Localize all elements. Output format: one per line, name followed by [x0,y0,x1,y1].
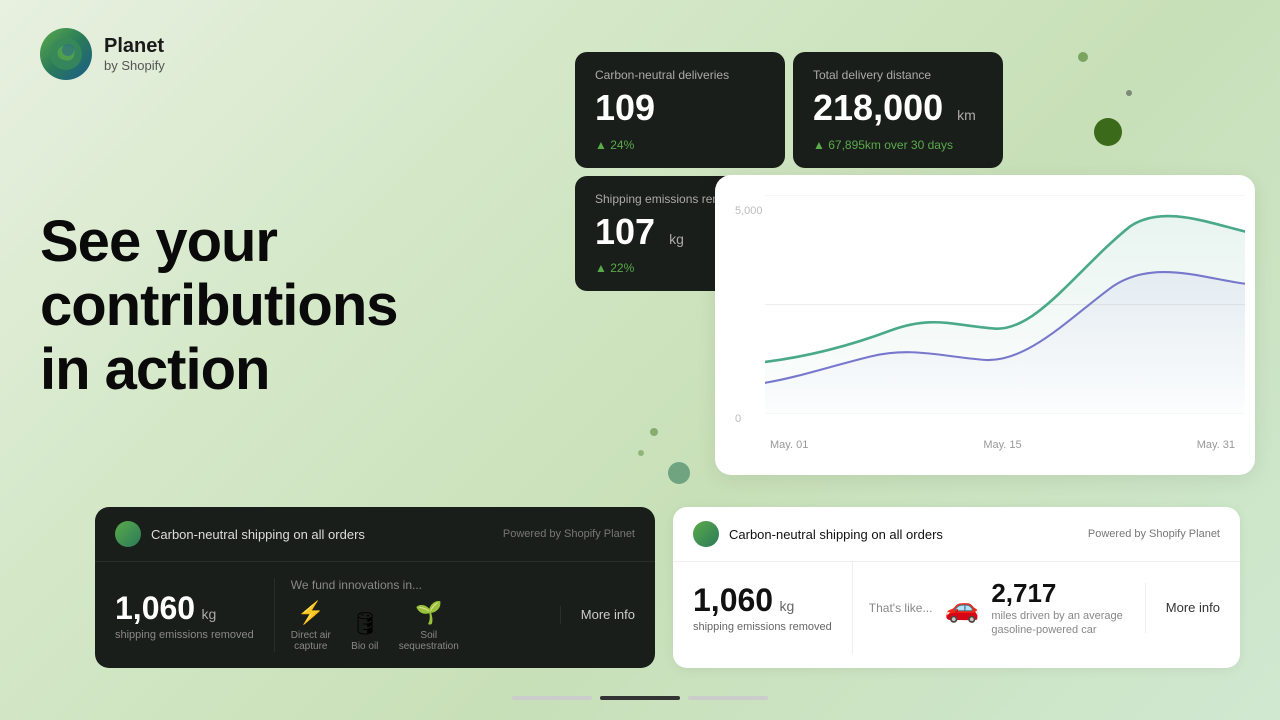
miles-info: 2,717 miles driven by an averagegasoline… [991,578,1122,638]
pagination [512,696,768,700]
direct-air-icon: ⚡ [297,600,324,626]
logo-text: Planet by Shopify [104,35,165,73]
more-info-dark-button[interactable]: More info [581,607,635,622]
stat-label-deliveries: Carbon-neutral deliveries [595,68,765,82]
bottom-section: Carbon-neutral shipping on all orders Po… [95,507,1240,668]
thats-like-label: That's like... [869,601,933,615]
stat-change-deliveries: 24% [595,138,765,152]
kg-label-dark: shipping emissions removed [115,629,254,641]
kg-unit-dark: kg [202,606,217,622]
chart-y-labels: 5,000 0 [735,205,763,425]
decorative-dot-1 [1078,52,1088,62]
innovations-section: We fund innovations in... ⚡ Direct airca… [274,578,560,652]
kg-label-light: shipping emissions removed [693,621,832,633]
stat-value-deliveries: 109 [595,88,765,128]
stat-card-deliveries: Carbon-neutral deliveries 109 24% [575,52,785,168]
logo-area: Planet by Shopify [40,28,165,80]
soil-label: Soilsequestration [399,630,459,652]
banner-light-header: Carbon-neutral shipping on all orders Po… [673,507,1240,562]
kg-value-dark: 1,060 [115,590,195,626]
decorative-dot-4 [650,428,658,436]
kg-section-dark: 1,060 kg shipping emissions removed [95,590,274,641]
chart-x-label-1: May. 01 [770,439,808,451]
page-dot-3[interactable] [688,696,768,700]
main-headline: See your contributions in action [40,210,398,401]
direct-air-label: Direct aircapture [291,630,331,652]
banner-light: Carbon-neutral shipping on all orders Po… [673,507,1240,668]
miles-detail: miles driven by an averagegasoline-power… [991,609,1122,638]
more-info-light-button[interactable]: More info [1166,600,1220,615]
decorative-dot-3 [1094,118,1122,146]
decorative-dot-6 [668,462,690,484]
decorative-dot-5 [638,450,644,456]
kg-unit-light: kg [780,598,795,614]
thats-like-section: That's like... 🚗 2,717 miles driven by a… [852,562,1145,654]
chart-y-high: 5,000 [735,205,763,217]
banner-dark-title: Carbon-neutral shipping on all orders [115,521,365,547]
page-dot-1[interactable] [512,696,592,700]
powered-by-light: Powered by Shopify Planet [1088,528,1220,540]
innovation-bio-oil: 🛢 Bio oil [351,611,379,652]
chart-x-label-3: May. 31 [1197,439,1235,451]
car-icon: 🚗 [944,591,979,624]
stat-value-distance: 218,000 km [813,88,983,128]
stat-label-distance: Total delivery distance [813,68,983,82]
banner-light-title: Carbon-neutral shipping on all orders [693,521,943,547]
logo-title: Planet [104,35,165,58]
decorative-dot-2 [1126,90,1132,96]
banner-dark-body: 1,060 kg shipping emissions removed We f… [95,562,655,668]
innovation-soil: 🌱 Soilsequestration [399,600,459,652]
banner-dark: Carbon-neutral shipping on all orders Po… [95,507,655,668]
innovations-icons: ⚡ Direct aircapture 🛢 Bio oil 🌱 Soilsequ… [291,600,544,652]
banner-dark-header: Carbon-neutral shipping on all orders Po… [95,507,655,562]
stat-card-distance: Total delivery distance 218,000 km 67,89… [793,52,1003,168]
bio-oil-icon: 🛢 [351,611,379,637]
chart-svg [765,195,1245,414]
innovations-label: We fund innovations in... [291,578,544,592]
innovation-direct-air: ⚡ Direct aircapture [291,600,331,652]
stat-change-distance: 67,895km over 30 days [813,138,983,152]
chart-x-labels: May. 01 May. 15 May. 31 [770,439,1235,451]
chart-y-low: 0 [735,413,763,425]
powered-by-dark: Powered by Shopify Planet [503,528,635,540]
more-info-light-section[interactable]: More info [1145,583,1240,633]
banner-light-body: 1,060 kg shipping emissions removed That… [673,562,1240,654]
more-info-dark-section[interactable]: More info [560,606,655,624]
soil-icon: 🌱 [415,600,442,626]
planet-logo-icon [40,28,92,80]
miles-value: 2,717 [991,578,1122,609]
page-dot-2[interactable] [600,696,680,700]
chart-container: 5,000 0 May. 01 [715,175,1255,475]
kg-section-light: 1,060 kg shipping emissions removed [673,566,852,649]
planet-icon-dark [115,521,141,547]
bio-oil-label: Bio oil [351,641,378,652]
chart-x-label-2: May. 15 [983,439,1021,451]
kg-value-light: 1,060 [693,582,773,618]
planet-icon-light [693,521,719,547]
logo-subtitle: by Shopify [104,58,165,73]
